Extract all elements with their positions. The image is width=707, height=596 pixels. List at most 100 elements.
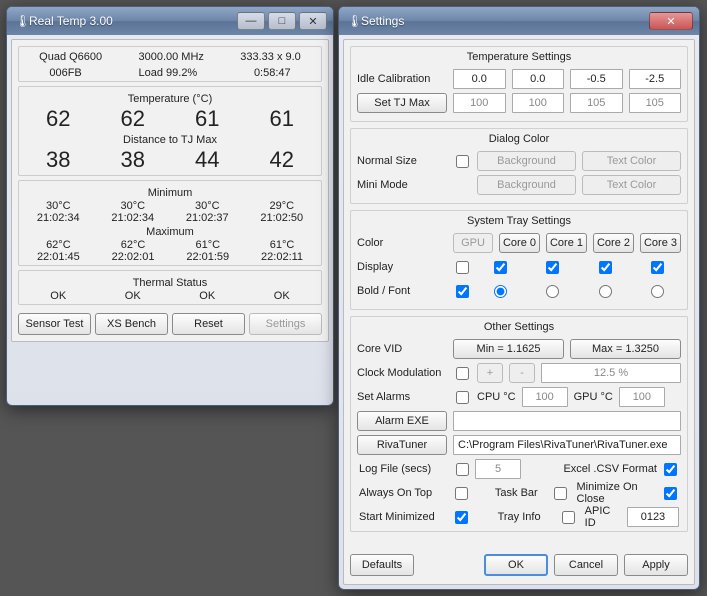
main-titlebar[interactable]: 🌡 Real Temp 3.00 — □ ✕	[7, 7, 333, 35]
core3-button[interactable]: Core 3	[640, 233, 681, 253]
normal-text-button[interactable]: Text Color	[582, 151, 681, 171]
alarm-exe-button[interactable]: Alarm EXE	[357, 411, 447, 431]
min-val-2: 30°C	[195, 200, 220, 212]
minclose-check[interactable]	[664, 487, 677, 500]
idle-val-1[interactable]: 0.0	[512, 69, 565, 89]
bold-core3-radio[interactable]	[651, 285, 664, 298]
max-label: Maximum	[21, 226, 319, 238]
display-label: Display	[357, 261, 447, 273]
max-time-3: 22:02:11	[261, 251, 303, 263]
cpu-c-label: CPU °C	[477, 391, 516, 403]
setalarm-label: Set Alarms	[357, 391, 447, 403]
min-time-0: 21:02:34	[37, 212, 80, 224]
ok-button[interactable]: OK	[484, 554, 548, 576]
core1-button[interactable]: Core 1	[546, 233, 587, 253]
bold-core1-radio[interactable]	[546, 285, 559, 298]
logfile-value[interactable]: 5	[475, 459, 521, 479]
tj-core2: 44	[195, 147, 219, 173]
min-val-1: 30°C	[120, 200, 145, 212]
mini-mode-label: Mini Mode	[357, 179, 447, 191]
bold-check[interactable]	[456, 285, 469, 298]
excel-check[interactable]	[664, 463, 677, 476]
normal-bg-button[interactable]: Background	[477, 151, 576, 171]
taskbar-check[interactable]	[554, 487, 567, 500]
mini-bg-button[interactable]: Background	[477, 175, 576, 195]
sensor-test-button[interactable]: Sensor Test	[18, 313, 91, 335]
startmin-check[interactable]	[455, 511, 468, 524]
maximize-button[interactable]: □	[268, 12, 296, 30]
dialog-color-header: Dialog Color	[357, 133, 681, 145]
bold-core2-radio[interactable]	[599, 285, 612, 298]
max-val-0: 62°C	[46, 239, 71, 251]
reset-button[interactable]: Reset	[172, 313, 245, 335]
max-time-2: 22:01:59	[186, 251, 229, 263]
clock-minus-button[interactable]: -	[509, 363, 535, 383]
excel-label: Excel .CSV Format	[563, 463, 657, 475]
cancel-button[interactable]: Cancel	[554, 554, 618, 576]
temp-core1: 62	[121, 106, 145, 132]
settings-button[interactable]: Settings	[249, 313, 322, 335]
startmin-label: Start Minimized	[359, 511, 449, 523]
minimize-button[interactable]: —	[237, 12, 265, 30]
idle-label: Idle Calibration	[357, 73, 447, 85]
trayinfo-check[interactable]	[562, 511, 575, 524]
main-window: 🌡 Real Temp 3.00 — □ ✕ Quad Q6600 3000.0…	[6, 6, 334, 406]
logfile-check[interactable]	[456, 463, 469, 476]
cpu-load: Load 99.2%	[139, 67, 198, 79]
clock-plus-button[interactable]: +	[477, 363, 503, 383]
gpu-color-button[interactable]: GPU	[453, 233, 493, 253]
thermal-label: Thermal Status	[21, 277, 319, 289]
tj-val-0: 100	[453, 93, 506, 113]
idle-val-2[interactable]: -0.5	[570, 69, 623, 89]
min-time-1: 21:02:34	[111, 212, 154, 224]
alarm-exe-path[interactable]	[453, 411, 681, 431]
display-gpu-check[interactable]	[456, 261, 469, 274]
min-label: Minimum	[21, 187, 319, 199]
set-tjmax-button[interactable]: Set TJ Max	[357, 93, 447, 113]
close-button[interactable]: ✕	[649, 12, 693, 30]
alarm-cpu-value[interactable]: 100	[522, 387, 568, 407]
gpu-c-label: GPU °C	[574, 391, 613, 403]
rivatuner-path[interactable]: C:\Program Files\RivaTuner\RivaTuner.exe	[453, 435, 681, 455]
apply-button[interactable]: Apply	[624, 554, 688, 576]
vid-min-button[interactable]: Min = 1.1625	[453, 339, 564, 359]
bold-label: Bold / Font	[357, 285, 447, 297]
bold-core0-radio[interactable]	[494, 285, 507, 298]
setalarm-check[interactable]	[456, 391, 469, 404]
display-core2-check[interactable]	[599, 261, 612, 274]
min-time-3: 21:02:50	[260, 212, 303, 224]
settings-content: Temperature Settings Idle Calibration 0.…	[343, 39, 695, 585]
max-val-1: 62°C	[121, 239, 146, 251]
mini-text-button[interactable]: Text Color	[582, 175, 681, 195]
idle-val-3[interactable]: -2.5	[629, 69, 682, 89]
apic-value: 0123	[627, 507, 679, 527]
min-val-0: 30°C	[46, 200, 71, 212]
clock-value: 12.5 %	[541, 363, 681, 383]
core0-button[interactable]: Core 0	[499, 233, 540, 253]
thermal-1: OK	[125, 290, 141, 302]
aot-check[interactable]	[455, 487, 468, 500]
display-core1-check[interactable]	[546, 261, 559, 274]
temp-core0: 62	[46, 106, 70, 132]
normal-size-check[interactable]	[456, 155, 469, 168]
xs-bench-button[interactable]: XS Bench	[95, 313, 168, 335]
defaults-button[interactable]: Defaults	[350, 554, 414, 576]
clockmod-check[interactable]	[456, 367, 469, 380]
uptime: 0:58:47	[254, 67, 291, 79]
tj-core3: 42	[270, 147, 294, 173]
display-core0-check[interactable]	[494, 261, 507, 274]
tj-core0: 38	[46, 147, 70, 173]
idle-val-0[interactable]: 0.0	[453, 69, 506, 89]
max-time-0: 22:01:45	[37, 251, 80, 263]
display-core3-check[interactable]	[651, 261, 664, 274]
tjmax-label: Distance to TJ Max	[21, 134, 319, 146]
core2-button[interactable]: Core 2	[593, 233, 634, 253]
rivatuner-button[interactable]: RivaTuner	[357, 435, 447, 455]
alarm-gpu-value[interactable]: 100	[619, 387, 665, 407]
cpu-mult: 333.33 x 9.0	[240, 51, 301, 63]
settings-titlebar[interactable]: 🌡 Settings ✕	[339, 7, 699, 35]
thermal-0: OK	[50, 290, 66, 302]
close-button[interactable]: ✕	[299, 12, 327, 30]
vid-max-button[interactable]: Max = 1.3250	[570, 339, 681, 359]
settings-title: Settings	[361, 14, 646, 28]
